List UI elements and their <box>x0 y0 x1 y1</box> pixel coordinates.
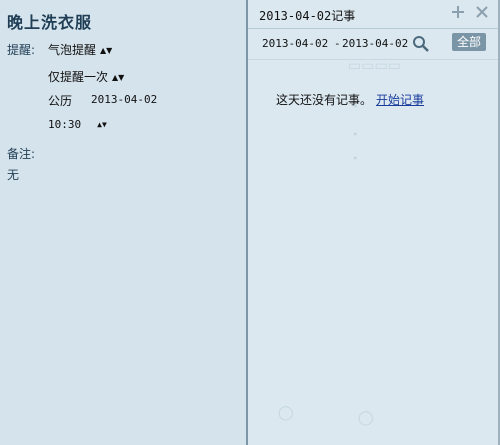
start-journal-link[interactable]: 开始记事 <box>376 93 424 107</box>
search-icon[interactable] <box>412 35 430 53</box>
time-select[interactable]: 10:30 ▲▼ <box>48 118 107 131</box>
remind-type-value: 气泡提醒 <box>48 43 97 57</box>
journal-panel: 2013-04-02记事 2013-04-02 - 2013-04-02 全部 … <box>248 0 500 445</box>
reminder-panel: 晚上洗衣服 提醒: 气泡提醒 ▲▼ 仅提醒一次 ▲▼ 公历 2013-04-02 1… <box>0 0 246 445</box>
faded-background-art: ◯ <box>278 405 294 421</box>
updown-arrow-icon: ▲▼ <box>100 46 113 55</box>
faded-background-art: • <box>352 152 359 165</box>
note-label: 备注: <box>7 147 36 161</box>
faded-background-art: • <box>352 100 359 113</box>
time-value: 10:30 <box>48 118 82 131</box>
date-from-field[interactable]: 2013-04-02 <box>262 37 328 50</box>
faded-background-art: • <box>352 128 359 141</box>
empty-state-message: 这天还没有记事。 开始记事 <box>276 91 424 108</box>
journal-header: 2013-04-02记事 <box>248 0 500 28</box>
repeat-value: 仅提醒一次 <box>48 70 109 84</box>
date-range-separator: - <box>334 37 341 50</box>
updown-arrow-icon: ▲▼ <box>112 73 125 82</box>
date-field[interactable]: 2013-04-02 <box>91 93 157 106</box>
faded-background-art: ▭▭▭▭ <box>348 58 401 74</box>
journal-title: 2013-04-02记事 <box>259 9 356 23</box>
reminder-title: 晚上洗衣服 <box>7 13 93 32</box>
date-to-field[interactable]: 2013-04-02 <box>342 37 408 50</box>
remind-type-select[interactable]: 气泡提醒 ▲▼ <box>48 41 112 58</box>
close-icon[interactable] <box>474 4 490 20</box>
faded-background-art: ◯ <box>358 410 374 426</box>
calendar-type-value: 公历 <box>48 94 73 108</box>
updown-arrow-icon: ▲▼ <box>97 120 107 129</box>
plus-icon[interactable] <box>450 4 466 20</box>
repeat-select[interactable]: 仅提醒一次 ▲▼ <box>48 68 124 85</box>
all-button[interactable]: 全部 <box>452 33 486 51</box>
date-filter-bar: 2013-04-02 - 2013-04-02 全部 <box>248 29 500 59</box>
remind-label: 提醒: <box>7 43 36 57</box>
calendar-type-select[interactable]: 公历 <box>48 92 72 109</box>
note-value: 无 <box>7 168 20 182</box>
